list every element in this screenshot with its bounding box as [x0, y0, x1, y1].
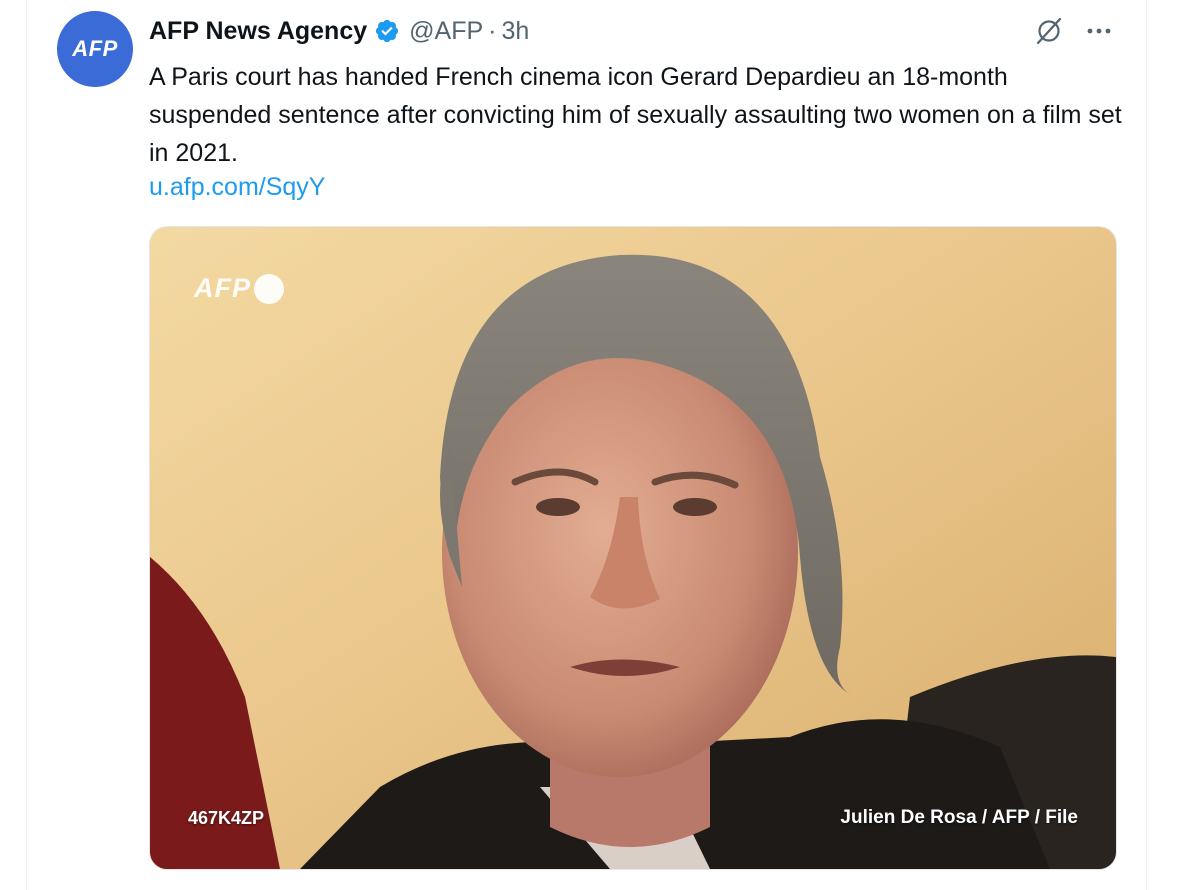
grok-icon[interactable] [1034, 16, 1064, 46]
tweet-photo[interactable]: AFP 467K4ZP Julien De Rosa / AFP / File [149, 226, 1117, 870]
avatar-logo-text: AFP [72, 36, 118, 61]
photo-credit: Julien De Rosa / AFP / File [840, 807, 1078, 828]
handle[interactable]: @AFP [409, 17, 483, 46]
timestamp[interactable]: 3h [501, 17, 529, 46]
display-name[interactable]: AFP News Agency [149, 17, 367, 46]
photo-code: 467K4ZP [188, 808, 265, 828]
tweet[interactable]: AFP AFP News Agency @AFP · 3h A Paris co… [27, 0, 1146, 890]
tweet-text: A Paris court has handed French cinema i… [149, 63, 1122, 167]
photo-illustration [150, 227, 1116, 869]
more-icon[interactable] [1084, 16, 1114, 46]
separator-dot: · [488, 16, 497, 45]
verified-badge-icon [376, 19, 399, 43]
avatar[interactable]: AFP [57, 11, 133, 87]
photo-watermark: AFP [194, 273, 284, 304]
timeline-border-right [1146, 0, 1147, 890]
watermark-dot-icon [254, 273, 284, 304]
tweet-header: AFP News Agency @AFP · 3h [149, 14, 529, 48]
photo-watermark-text: AFP [194, 273, 251, 303]
tweet-link[interactable]: u.afp.com/SqyY [149, 168, 325, 206]
